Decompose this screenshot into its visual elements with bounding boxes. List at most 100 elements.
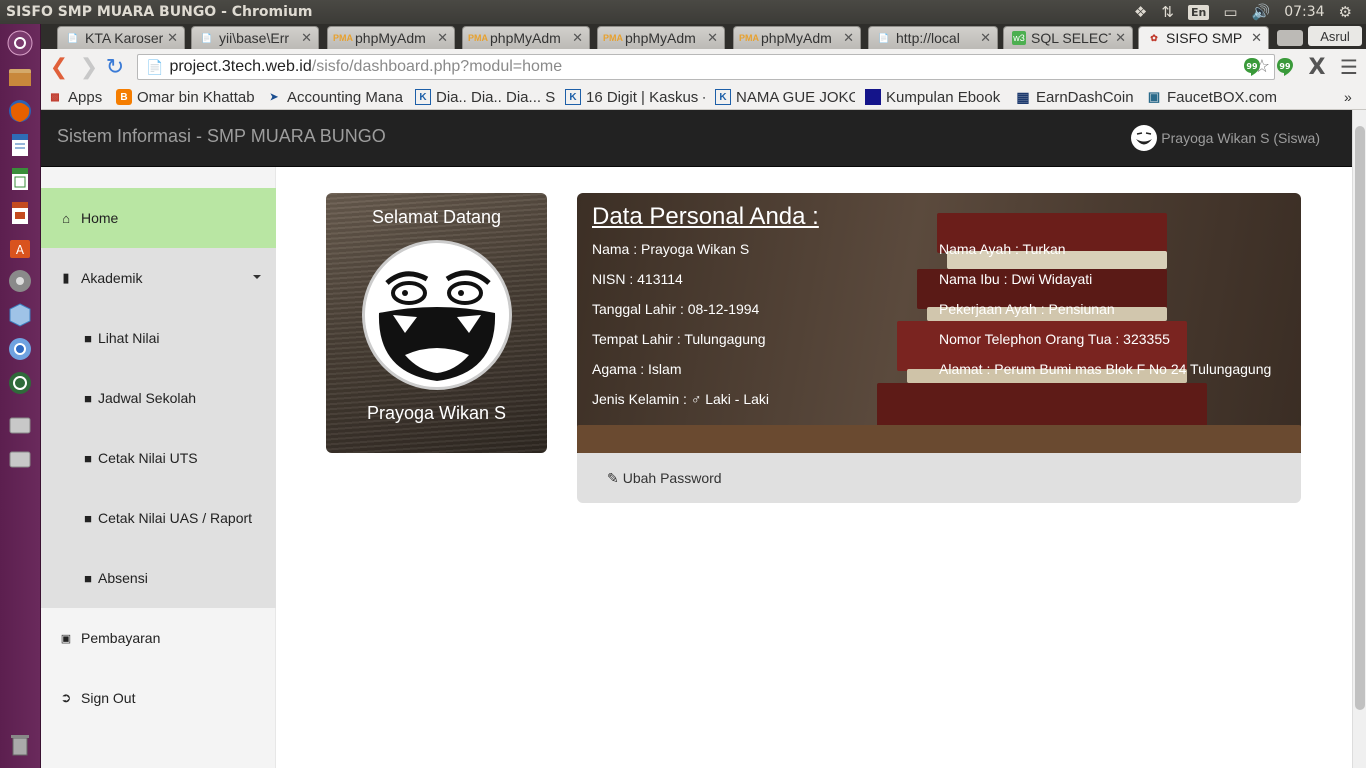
bookmark-item[interactable]: B Omar bin Khattab [116,87,256,107]
svg-text:99: 99 [1246,62,1258,71]
power-gear-icon[interactable]: ⚙ [1339,3,1352,21]
home-icon: ⌂ [62,210,70,226]
drive-icon[interactable] [5,410,35,440]
virtualbox-icon[interactable] [5,300,35,330]
app-brand[interactable]: Sistem Informasi - SMP MUARA BUNGO [57,126,386,147]
settings-icon[interactable] [5,266,35,296]
close-tab-icon[interactable]: ✕ [707,30,718,46]
page-info-icon[interactable]: 📄 [146,59,163,76]
sidebar-item-cetak-nilai-uas[interactable]: ■ Cetak Nilai UAS / Raport [41,488,276,548]
window-title: SISFO SMP MUARA BUNGO - Chromium [6,4,313,20]
bookmark-item[interactable]: K 16 Digit | Kaskus - [565,87,705,107]
close-tab-icon[interactable]: ✕ [572,30,583,46]
impress-icon[interactable] [5,198,35,228]
phpmyadmin-icon: PMA [468,33,488,43]
battery-icon[interactable]: ▭ [1223,3,1237,21]
browser-tab[interactable]: 📄 yii\base\Err ✕ [191,26,319,49]
close-tab-icon[interactable]: ✕ [1115,30,1126,46]
folder-icon: ■ [84,570,92,586]
field-pekerjaan-ayah: Pekerjaan Ayah : Pensiunan [939,301,1115,317]
sign-out-icon: ➲ [60,690,72,705]
reload-icon[interactable]: ↻ [103,55,127,80]
books-background [577,193,1301,453]
chromium-icon[interactable] [5,334,35,364]
close-tab-icon[interactable]: ✕ [301,30,312,46]
browser-tab[interactable]: PMA phpMyAdm ✕ [733,26,861,49]
os-indicators: ❖ ⇅ En ▭ 🔊 07:34 ⚙ [1134,3,1366,21]
sidebar-item-lihat-nilai[interactable]: ■ Lihat Nilai [41,308,276,368]
more-bookmarks-icon[interactable]: » [1344,87,1352,107]
browser-tab[interactable]: PMA phpMyAdm ✕ [597,26,725,49]
browser-tab[interactable]: 📄 http://local ✕ [868,26,998,49]
calc-icon[interactable] [5,164,35,194]
browser-tab[interactable]: PMA phpMyAdm ✕ [462,26,590,49]
phpmyadmin-icon: PMA [739,33,759,43]
welcome-title: Selamat Datang [371,207,502,227]
forward-icon[interactable]: ❯ [77,55,101,80]
close-tab-icon[interactable]: ✕ [1251,30,1262,46]
grid-icon: ▦ [1016,88,1030,105]
close-tab-icon[interactable]: ✕ [167,30,178,46]
change-password-link[interactable]: Ubah Password [623,470,722,486]
sidebar-item-pembayaran[interactable]: ▣ Pembayaran [41,608,276,668]
sidebar-item-sign-out[interactable]: ➲ Sign Out [41,668,276,728]
bookmark-item[interactable]: ▦ EarnDashCoin [1015,87,1145,107]
bookmark-item[interactable]: K NAMA GUE JOKO [715,87,855,107]
bookmark-item[interactable]: K Dia.. Dia.. Dia... S [415,87,555,107]
browser-tab[interactable]: w3 SQL SELECT ✕ [1003,26,1133,49]
new-tab-button[interactable] [1277,30,1303,46]
field-alamat: Alamat : Perum Bumi mas Blok F No 24 Tul… [939,361,1272,377]
back-icon[interactable]: ❮ [47,55,71,80]
bookmark-item[interactable]: Kumpulan Ebook [865,87,1005,107]
updater-icon[interactable] [5,368,35,398]
sidebar-item-cetak-nilai-uts[interactable]: ■ Cetak Nilai UTS [41,428,276,488]
personal-title: Data Personal Anda : [592,203,819,230]
hangouts-icon[interactable]: 99 [1241,56,1263,78]
network-icon[interactable]: ⇅ [1161,3,1174,21]
bookmark-apps[interactable]: ▩ Apps [47,87,102,107]
profile-button[interactable]: Asrul [1308,26,1362,46]
trash-icon[interactable] [5,730,35,760]
volume-icon[interactable]: 🔊 [1252,3,1271,21]
menu-icon[interactable]: ☰ [1338,55,1360,79]
kaskus-icon: K [415,89,431,105]
close-tab-icon[interactable]: ✕ [437,30,448,46]
keyboard-layout-indicator[interactable]: En [1187,4,1210,20]
os-top-panel: SISFO SMP MUARA BUNGO - Chromium ❖ ⇅ En … [0,0,1366,24]
files-icon[interactable] [5,62,35,92]
writer-icon[interactable] [5,130,35,160]
clock[interactable]: 07:34 [1284,4,1324,20]
close-tab-icon[interactable]: ✕ [843,30,854,46]
browser-toolbar: ❮ ❯ ↻ 📄 project.3tech.web.id/sisfo/dashb… [41,49,1366,85]
sidebar-item-akademik[interactable]: ▮ Akademik [41,248,276,308]
ubuntu-dash-icon[interactable] [5,28,35,58]
gender-value: Laki - Laki [705,391,770,407]
software-center-icon[interactable]: A [5,232,35,262]
user-menu[interactable]: Prayoga Wikan S (Siswa) [1131,125,1320,151]
sidebar-item-home[interactable]: ⌂ Home [41,188,276,248]
bookmark-item[interactable]: ➤ Accounting Mana [266,87,406,107]
drive-icon[interactable] [5,444,35,474]
field-nama-ayah: Nama Ayah : Turkan [939,241,1066,257]
sidebar-item-absensi[interactable]: ■ Absensi [41,548,276,608]
sidebar-item-jadwal-sekolah[interactable]: ■ Jadwal Sekolah [41,368,276,428]
x-extension-icon[interactable]: X [1306,55,1328,80]
svg-text:A: A [16,243,25,257]
address-bar[interactable]: 📄 project.3tech.web.id/sisfo/dashboard.p… [137,54,1275,80]
page-scrollbar[interactable] [1352,110,1366,768]
bookmark-item[interactable]: ▣ FaucetBOX.com [1146,87,1286,107]
field-agama: Agama : Islam [592,361,682,377]
url-path: /sisfo/dashboard.php?modul=home [311,58,563,75]
close-tab-icon[interactable]: ✕ [980,30,991,46]
dropbox-icon[interactable]: ❖ [1134,3,1147,21]
browser-tab[interactable]: PMA phpMyAdm ✕ [327,26,455,49]
field-jenis-kelamin: Jenis Kelamin : ♂ Laki - Laki [592,391,769,407]
scrollbar-thumb[interactable] [1355,126,1365,710]
sidebar: ⌂ Home ▮ Akademik ■ Lihat Nilai ■ Jadwal Sek… [41,167,276,768]
folder-icon: ■ [84,510,92,526]
firefox-icon[interactable] [5,96,35,126]
field-nama: Nama : Prayoga Wikan S [592,241,750,257]
browser-tab[interactable]: 📄 KTA Karoser ✕ [57,26,185,49]
hangouts-icon[interactable]: 99 [1274,56,1296,78]
browser-tab-active[interactable]: ✿ SISFO SMP I ✕ [1138,26,1269,49]
